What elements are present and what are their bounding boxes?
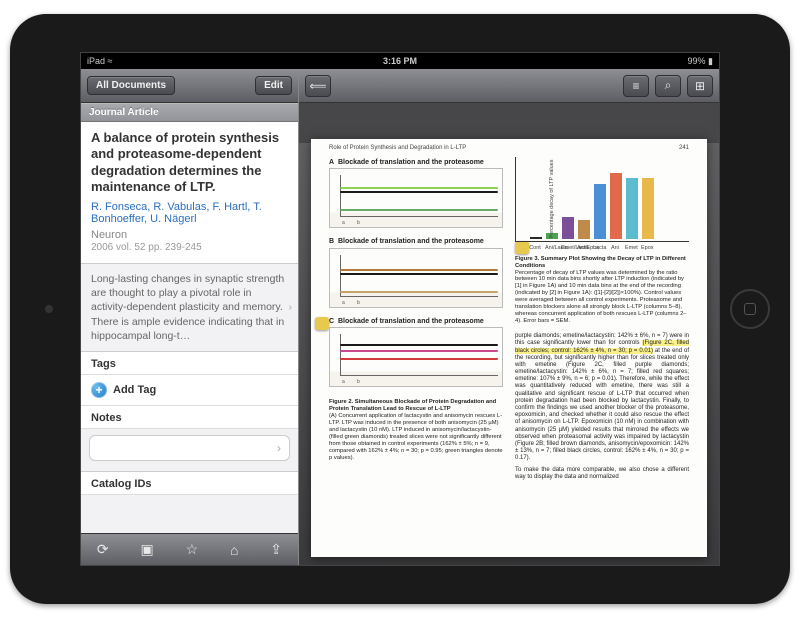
ipad-frame: iPad ≈ 3:16 PM 99% ▮ All Documents Edit …: [10, 14, 790, 604]
journal-name: Neuron: [91, 229, 288, 241]
body-text-tail: To make the data more comparable, we als…: [515, 467, 689, 481]
carrier-label: iPad: [87, 56, 105, 66]
pdf-page: Role of Protein Synthesis and Degradatio…: [311, 139, 707, 557]
figure-3-column: Percentage decay of LTP values ContAni/L…: [515, 157, 689, 549]
catalog-ids-header: Catalog IDs: [81, 472, 298, 495]
body-text: purple diamonds; emetine/lactacystin: 14…: [515, 333, 689, 462]
star-icon[interactable]: ☆: [186, 541, 199, 558]
figure-2-column: A Blockade of translation and the protea…: [329, 157, 503, 549]
reader-pane: ⟸ ≡ ⌕ ⊞ Role of Protein Synthesis and De…: [299, 69, 719, 565]
document-title: A balance of protein synthesis and prote…: [91, 130, 288, 195]
figure-2-caption: Figure 2. Simultaneous Blockade of Prote…: [329, 399, 503, 462]
bar-emet: [626, 178, 638, 239]
tag-icon[interactable]: ⌂: [230, 542, 238, 558]
figure-2c-chart: a b: [329, 327, 503, 387]
edit-button[interactable]: Edit: [255, 76, 292, 95]
figure-3-x-labels: ContAni/LactaEmet/LactaAni/EpoxLactaAniE…: [515, 245, 689, 252]
all-documents-button[interactable]: All Documents: [87, 76, 175, 95]
tags-header: Tags: [81, 352, 298, 375]
status-bar: iPad ≈ 3:16 PM 99% ▮: [81, 53, 719, 69]
battery-label: 99%: [688, 56, 706, 66]
grid-view-button[interactable]: ⊞: [687, 75, 713, 97]
add-tag-button[interactable]: + Add Tag: [81, 375, 298, 406]
plus-icon: +: [91, 382, 107, 398]
share-icon[interactable]: ⇪: [270, 541, 282, 558]
notes-field[interactable]: ›: [89, 435, 290, 461]
running-head: Role of Protein Synthesis and Degradatio…: [329, 145, 466, 152]
page-viewport[interactable]: Role of Protein Synthesis and Degradatio…: [299, 103, 719, 565]
notes-header: Notes: [81, 406, 298, 429]
figure-2b-chart: a b: [329, 248, 503, 308]
citation-info: 2006 vol. 52 pp. 239-245: [91, 242, 288, 253]
sidebar: All Documents Edit Journal Article A bal…: [81, 69, 299, 565]
refresh-icon[interactable]: ⟳: [97, 541, 109, 558]
clock: 3:16 PM: [383, 56, 417, 66]
abstract-text: Long-lasting changes in synaptic strengt…: [91, 273, 284, 342]
page-number: 241: [679, 145, 689, 152]
back-button[interactable]: ⟸: [305, 75, 331, 97]
reader-toolbar: ⟸ ≡ ⌕ ⊞: [299, 69, 719, 103]
sidebar-toolbar: All Documents Edit: [81, 69, 298, 103]
bar-aniepox: [578, 220, 590, 240]
camera-dot: [45, 305, 53, 313]
bar-ani: [610, 173, 622, 239]
wifi-icon: ≈: [108, 56, 113, 66]
inbox-icon[interactable]: ▣: [141, 541, 154, 558]
note-annotation-icon[interactable]: [315, 317, 329, 330]
document-authors[interactable]: R. Fonseca, R. Vabulas, F. Hartl, T. Bon…: [91, 201, 288, 225]
screen: iPad ≈ 3:16 PM 99% ▮ All Documents Edit …: [80, 52, 720, 566]
list-view-button[interactable]: ≡: [623, 75, 649, 97]
figure-2a-chart: a b: [329, 168, 503, 228]
bar-cont: [530, 237, 542, 239]
abstract-preview[interactable]: Long-lasting changes in synaptic strengt…: [81, 264, 298, 352]
search-button[interactable]: ⌕: [655, 75, 681, 97]
bar-lacta: [594, 184, 606, 239]
figure-3-bar-chart: Percentage decay of LTP values: [515, 157, 689, 242]
sidebar-bottom-toolbar: ⟳ ▣ ☆ ⌂ ⇪: [81, 533, 298, 565]
note-annotation-icon[interactable]: [515, 241, 529, 254]
chevron-right-icon: ›: [289, 300, 293, 314]
add-tag-label: Add Tag: [113, 384, 156, 396]
home-button[interactable]: [730, 289, 770, 329]
chevron-right-icon: ›: [277, 441, 281, 455]
document-metadata: A balance of protein synthesis and prote…: [81, 122, 298, 264]
bar-epox: [642, 178, 654, 239]
bar-emetlacta: [562, 217, 574, 239]
figure-3-caption: Figure 3. Summary Plot Showing the Decay…: [515, 256, 689, 326]
highlighted-text[interactable]: (Figure 2C, filled black circles; contro…: [515, 340, 689, 353]
section-type-label: Journal Article: [81, 103, 298, 122]
